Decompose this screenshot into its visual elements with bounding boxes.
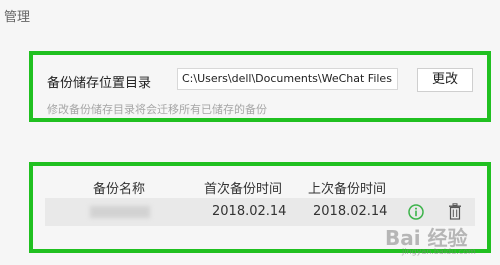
storage-directory-label: 备份储存位置目录 (47, 76, 152, 91)
storage-hint-text: 修改备份储存目录将会迁移所有已储存的备份 (47, 103, 267, 116)
section-title: 管理 (4, 10, 31, 25)
first-backup-time: 2018.02.14 (212, 204, 287, 219)
blurred-backup-name (90, 206, 150, 218)
baidu-watermark-url: jingyan.baidu.com (402, 247, 476, 256)
column-header-backup-name: 备份名称 (93, 182, 146, 197)
trash-icon[interactable] (448, 203, 462, 220)
last-backup-time: 2018.02.14 (313, 204, 388, 219)
column-header-first-backup-time: 首次备份时间 (204, 182, 283, 197)
change-directory-button[interactable]: 更改 (417, 68, 473, 92)
info-icon[interactable] (408, 204, 424, 220)
column-header-last-backup-time: 上次备份时间 (308, 182, 387, 197)
storage-path-field[interactable]: C:\Users\dell\Documents\WeChat Files (177, 68, 398, 90)
